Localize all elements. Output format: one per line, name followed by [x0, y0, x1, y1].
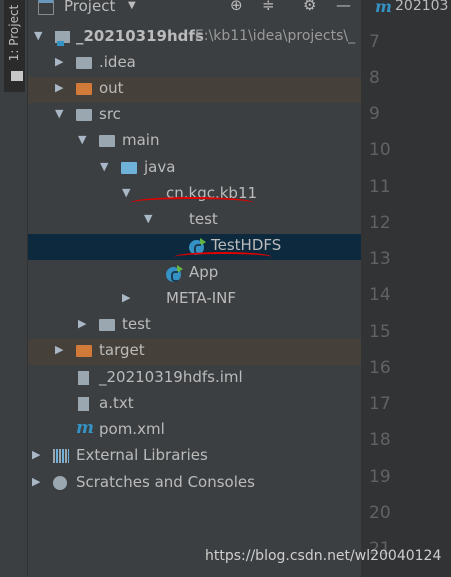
chevron-down-icon[interactable]: ▼ [78, 133, 86, 146]
line-number: 11 [369, 177, 391, 197]
tree-item-label: pom.xml [99, 420, 165, 438]
tree-row-target[interactable]: ▶ target [28, 339, 361, 365]
folder-icon [11, 71, 23, 81]
tree-item-label: App [189, 263, 219, 281]
line-number: 12 [369, 213, 391, 233]
watermark-text: https://blog.csdn.net/wl20040124 [205, 548, 442, 564]
tree-item-label: _20210319hdfs.iml [99, 368, 243, 386]
folder-icon [76, 57, 92, 69]
project-panel: Project ▼ ⊕ ≑ ⚙ — ▼ _20210319hdfs E:\kb1… [28, 0, 361, 577]
library-icon [53, 449, 69, 463]
hide-icon[interactable]: — [336, 0, 351, 14]
project-panel-header: Project ▼ ⊕ ≑ ⚙ — [28, 0, 361, 16]
annotation-underline-test [130, 197, 254, 209]
chevron-down-icon[interactable]: ▼ [55, 107, 63, 120]
tree-item-label: test [189, 210, 218, 228]
tree-row-java[interactable]: ▼ java [28, 156, 361, 182]
tree-row-txt[interactable]: a.txt [28, 392, 361, 418]
line-number: 15 [369, 322, 391, 342]
tree-row-main[interactable]: ▼ main [28, 129, 361, 155]
tree-item-label: .idea [99, 53, 136, 71]
line-number: 13 [369, 249, 391, 269]
tree-item-label: src [99, 105, 121, 123]
line-number: 16 [369, 358, 391, 378]
chevron-right-icon[interactable]: ▶ [55, 343, 63, 356]
chevron-right-icon[interactable]: ▶ [78, 317, 86, 330]
excluded-folder-icon [76, 83, 92, 95]
folder-icon [76, 109, 92, 121]
tree-item-label: test [122, 315, 151, 333]
text-file-icon [78, 397, 89, 411]
chevron-right-icon[interactable]: ▶ [55, 55, 63, 68]
tree-item-label: out [99, 79, 124, 97]
project-window-icon [38, 0, 54, 15]
tree-row-test-dir[interactable]: ▶ test [28, 313, 361, 339]
tree-row-app[interactable]: App [28, 261, 361, 287]
tree-item-label: main [122, 131, 160, 149]
line-number: 8 [369, 68, 380, 88]
scratches-icon [53, 476, 67, 490]
chevron-down-icon[interactable]: ▼ [144, 212, 152, 225]
tree-row-external-libraries[interactable]: ▶ External Libraries [28, 444, 361, 470]
chevron-right-icon[interactable]: ▶ [122, 291, 130, 304]
tree-row-test-package[interactable]: ▼ test [28, 208, 361, 234]
editor-tab[interactable]: m 202103 [361, 0, 451, 16]
tree-row-scratches[interactable]: ▶ Scratches and Consoles [28, 471, 361, 497]
line-number: 7 [369, 32, 380, 52]
project-view-selector[interactable]: Project [64, 0, 115, 15]
chevron-down-icon[interactable]: ▼ [128, 0, 136, 11]
annotation-underline-testhdfs [174, 252, 272, 262]
maven-file-icon: m [76, 418, 94, 438]
locate-icon[interactable]: ⊕ [230, 0, 243, 14]
chevron-down-icon[interactable]: ▼ [34, 29, 42, 42]
collapse-all-icon[interactable]: ≑ [262, 0, 275, 14]
line-number: 17 [369, 394, 391, 414]
chevron-right-icon[interactable]: ▶ [32, 448, 40, 461]
project-tool-tab[interactable]: 1: Project [4, 0, 25, 92]
tree-item-label: Scratches and Consoles [76, 473, 255, 491]
folder-icon [99, 135, 115, 147]
tree-row-iml[interactable]: _20210319hdfs.iml [28, 366, 361, 392]
maven-file-icon: m [375, 0, 392, 16]
line-number: 19 [369, 467, 391, 487]
tree-row-out[interactable]: ▶ out [28, 77, 361, 103]
tree-item-label: META-INF [166, 289, 237, 307]
tree-item-label: target [99, 341, 145, 359]
project-root-name: _20210319hdfs [76, 27, 204, 45]
tree-item-label: External Libraries [76, 446, 208, 464]
gear-icon[interactable]: ⚙ [303, 0, 316, 14]
project-tool-tab-label: 1: Project [7, 4, 21, 62]
tree-row-idea[interactable]: ▶ .idea [28, 51, 361, 77]
tree-row-meta-inf[interactable]: ▶ META-INF [28, 287, 361, 313]
line-number: 9 [369, 104, 380, 124]
tree-item-label: a.txt [99, 394, 134, 412]
tree-row-src[interactable]: ▼ src [28, 103, 361, 129]
excluded-folder-icon [76, 345, 92, 357]
folder-icon [99, 319, 115, 331]
chevron-right-icon[interactable]: ▶ [32, 475, 40, 488]
file-icon [78, 371, 89, 385]
source-folder-icon [121, 162, 137, 174]
editor-gutter: m 202103 7 8 9 10 11 12 13 14 15 16 17 1… [361, 0, 451, 577]
editor-tab-title: 202103 [395, 0, 449, 14]
tool-window-strip: 1: Project [0, 0, 28, 577]
line-number: 10 [369, 140, 391, 160]
tree-item-label: java [144, 158, 176, 176]
project-root-path: E:\kb11\idea\projects\_ [195, 28, 356, 44]
tree-row-pom[interactable]: m pom.xml [28, 418, 361, 444]
class-icon [166, 265, 183, 282]
chevron-down-icon[interactable]: ▼ [122, 186, 130, 199]
tree-row-root[interactable]: ▼ _20210319hdfs E:\kb11\idea\projects\_ [28, 25, 361, 51]
line-number: 14 [369, 285, 391, 305]
line-number: 18 [369, 430, 391, 450]
chevron-down-icon[interactable]: ▼ [100, 160, 108, 173]
line-number: 20 [369, 503, 391, 523]
module-icon [55, 31, 70, 46]
chevron-right-icon[interactable]: ▶ [55, 81, 63, 94]
